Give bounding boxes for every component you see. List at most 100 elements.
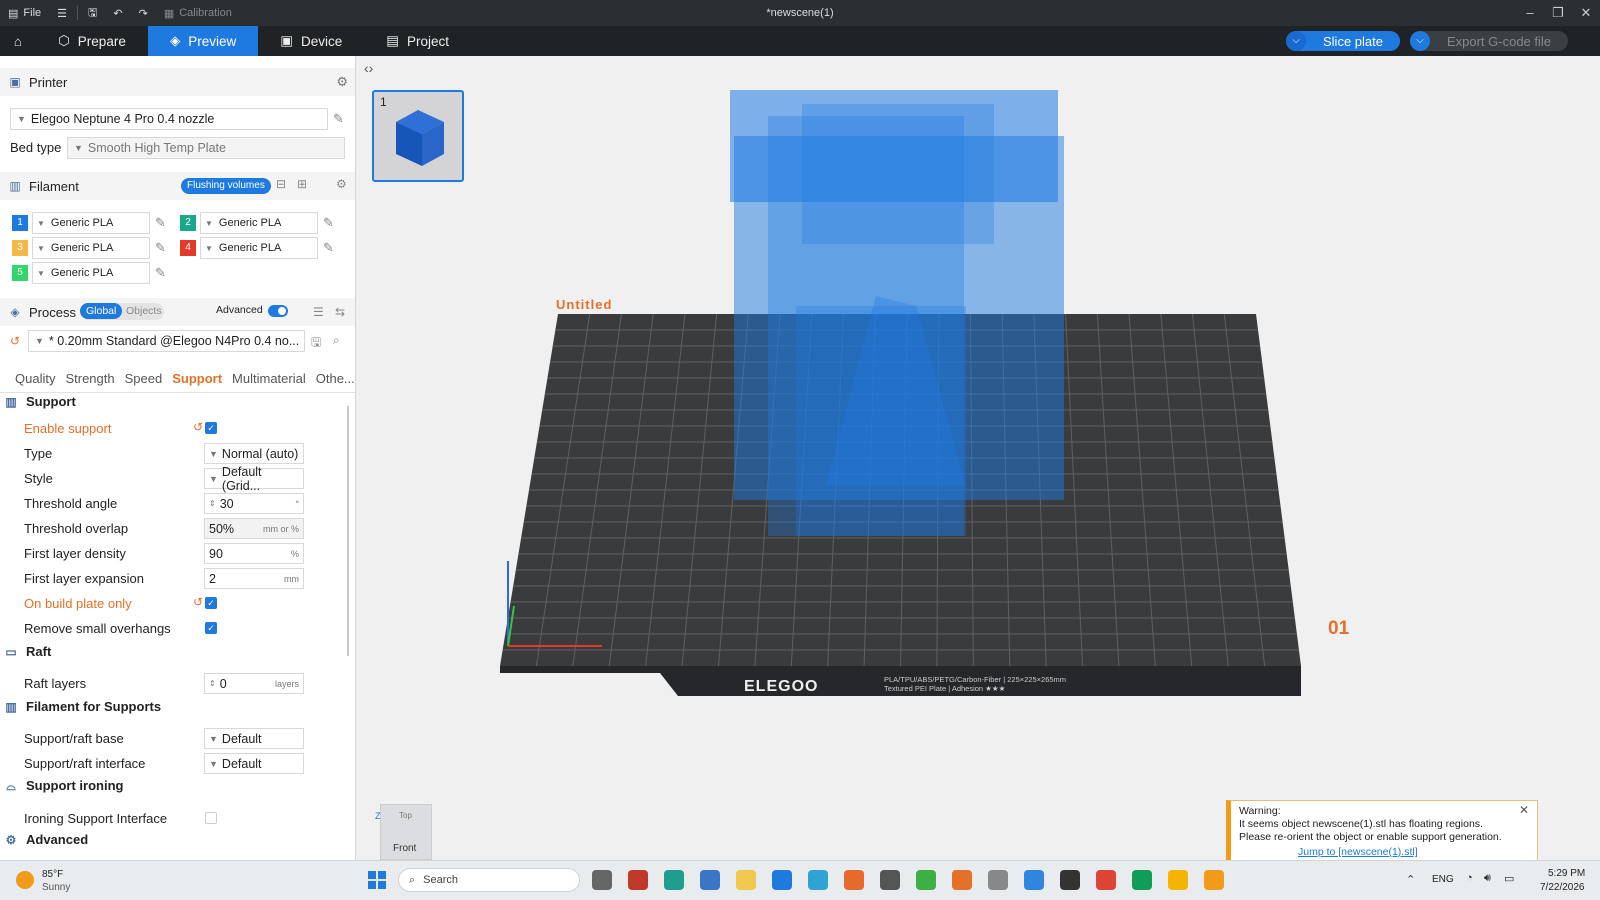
global-toggle[interactable]: Global [80, 303, 123, 319]
filament-slot-number[interactable]: 5 [12, 265, 28, 281]
undo-icon[interactable]: ↶ [105, 0, 130, 26]
menu-icon[interactable]: ☰ [49, 0, 75, 26]
file-menu[interactable]: ▤ File [0, 0, 49, 26]
drive-icon[interactable] [1132, 870, 1152, 890]
warning-link[interactable]: Jump to [newscene(1).stl] [1298, 846, 1418, 859]
search-icon[interactable]: ⌕ [333, 333, 340, 348]
close-icon[interactable]: ✕ [1519, 804, 1529, 817]
edit-icon[interactable]: ✎ [155, 240, 166, 256]
model-object[interactable] [730, 90, 1064, 536]
tab-support[interactable]: Support [167, 367, 227, 391]
calculator-icon[interactable] [700, 870, 720, 890]
flushing-volumes-button[interactable]: Flushing volumes [181, 178, 271, 194]
tab-device[interactable]: ▣ Device [258, 26, 364, 56]
edit-icon[interactable]: ✎ [323, 215, 334, 231]
save-icon[interactable]: 🖫 [311, 333, 321, 354]
first-layer-density-input[interactable]: 90 % [204, 543, 304, 564]
build-plate-only-checkbox[interactable]: ✓ [205, 597, 217, 609]
clock-date[interactable]: 7/22/2026 [1540, 882, 1585, 893]
printer-select[interactable]: ▼ Elegoo Neptune 4 Pro 0.4 nozzle [10, 108, 328, 130]
support-interface-select[interactable]: ▼ Default [204, 753, 304, 774]
settings-icon[interactable]: ⚙ [336, 177, 347, 191]
taskview-icon[interactable] [592, 870, 612, 890]
edit-icon[interactable]: ✎ [155, 265, 166, 281]
taskbar-search[interactable]: ⌕ Search [398, 868, 580, 892]
settings-icon[interactable]: ⚙ [336, 74, 348, 90]
folder-icon[interactable] [736, 870, 756, 890]
spin-icon[interactable]: ⇕ [209, 679, 216, 688]
tab-preview[interactable]: ◈ Preview [147, 26, 259, 56]
save-icon[interactable]: 🖫 [80, 0, 105, 26]
minecraft-icon[interactable] [916, 870, 936, 890]
redo-icon[interactable]: ↷ [131, 0, 156, 26]
reset-icon[interactable]: ↺ [10, 334, 20, 348]
chevron-down-icon[interactable]: ⌵ [1410, 31, 1430, 51]
firefox-icon[interactable] [844, 870, 864, 890]
filament-slot-number[interactable]: 4 [180, 240, 196, 256]
filament-select[interactable]: ▼ Generic PLA [200, 237, 318, 259]
remove-small-overhangs-checkbox[interactable]: ✓ [205, 622, 217, 634]
tab-project[interactable]: ▤ Project [364, 26, 471, 56]
battery-icon[interactable]: ▭ [1504, 872, 1514, 885]
filament-select[interactable]: ▼ Generic PLA [32, 262, 150, 284]
minimize-icon[interactable]: – [1516, 0, 1544, 26]
enable-support-checkbox[interactable]: ✓ [205, 422, 217, 434]
first-layer-expansion-input[interactable]: 2 mm [204, 568, 304, 589]
calibration-menu[interactable]: ▦ Calibration [156, 0, 240, 26]
support-style-select[interactable]: ▼ Default (Grid... [204, 465, 304, 493]
slice-plate-button[interactable]: ⌵ Slice plate [1286, 31, 1400, 51]
add-filament-icon[interactable]: ⊞ [297, 177, 307, 191]
cube-app-icon[interactable] [988, 870, 1008, 890]
filament-select[interactable]: ▼ Generic PLA [32, 237, 150, 259]
edit-icon[interactable]: ✎ [333, 111, 344, 127]
tab-multimaterial[interactable]: Multimaterial [227, 367, 311, 391]
sidebar-scrollbar[interactable] [347, 406, 349, 656]
tab-strength[interactable]: Strength [60, 367, 119, 391]
list-icon[interactable]: ☰ [313, 305, 324, 319]
raft-layers-input[interactable]: ⇕ 0 layers [204, 673, 304, 694]
support-type-select[interactable]: ▼ Normal (auto) [204, 443, 304, 464]
solitaire-icon[interactable] [880, 870, 900, 890]
spin-icon[interactable]: ⇕ [209, 499, 216, 508]
browser-icon[interactable] [808, 870, 828, 890]
volume-icon[interactable]: 🔊︎ [1484, 872, 1491, 885]
chevron-up-icon[interactable]: ⌃ [1406, 873, 1415, 886]
filament-slot-number[interactable]: 1 [12, 215, 28, 231]
chevron-down-icon[interactable]: ⌵ [1286, 31, 1306, 51]
edge-icon[interactable] [664, 870, 684, 890]
process-preset-select[interactable]: ▼ * 0.20mm Standard @Elegoo N4Pro 0.4 no… [28, 330, 305, 352]
chrome-icon[interactable] [1096, 870, 1116, 890]
filament-select[interactable]: ▼ Generic PLA [32, 212, 150, 234]
clock-time[interactable]: 5:29 PM [1548, 868, 1585, 879]
advanced-switch[interactable] [268, 305, 288, 317]
reset-icon[interactable]: ↺ [193, 595, 203, 609]
media-icon[interactable] [1204, 870, 1224, 890]
close-icon[interactable]: ✕ [1572, 0, 1600, 26]
reset-icon[interactable]: ↺ [193, 420, 203, 434]
windows-start-icon[interactable] [368, 871, 386, 889]
filament-slot-number[interactable]: 3 [12, 240, 28, 256]
3d-viewport[interactable]: ‹› 1 Untitled 01 ELEGOO PLA/TPU/ABS/PETG… [356, 56, 1600, 860]
objects-toggle[interactable]: Objects [120, 303, 168, 319]
tab-speed[interactable]: Speed [120, 367, 168, 391]
bed-type-select[interactable]: ▼ Smooth High Temp Plate [67, 137, 345, 159]
compare-icon[interactable]: ⇆ [335, 305, 345, 319]
photos-icon[interactable] [772, 870, 792, 890]
wifi-icon[interactable]: ◔ [1466, 872, 1473, 884]
globe-icon[interactable] [1060, 870, 1080, 890]
tab-prepare[interactable]: ⬡ Prepare [36, 26, 148, 56]
remove-filament-icon[interactable]: ⊟ [276, 177, 286, 191]
orca-icon[interactable] [1024, 870, 1044, 890]
filament-select[interactable]: ▼ Generic PLA [200, 212, 318, 234]
app-icon[interactable] [628, 870, 648, 890]
language-indicator[interactable]: ENG [1432, 874, 1454, 885]
threshold-overlap-input[interactable]: 50% mm or % [204, 518, 304, 539]
restore-icon[interactable]: ❐ [1544, 0, 1572, 26]
home-icon[interactable]: ⌂ [0, 26, 36, 56]
export-gcode-button[interactable]: ⌵ Export G-code file [1410, 31, 1568, 51]
view-top[interactable]: Top [399, 811, 412, 820]
filament-slot-number[interactable]: 2 [180, 215, 196, 231]
tab-others[interactable]: Othe... [311, 367, 355, 391]
edit-icon[interactable]: ✎ [155, 215, 166, 231]
threshold-angle-input[interactable]: ⇕ 30 ° [204, 493, 304, 514]
